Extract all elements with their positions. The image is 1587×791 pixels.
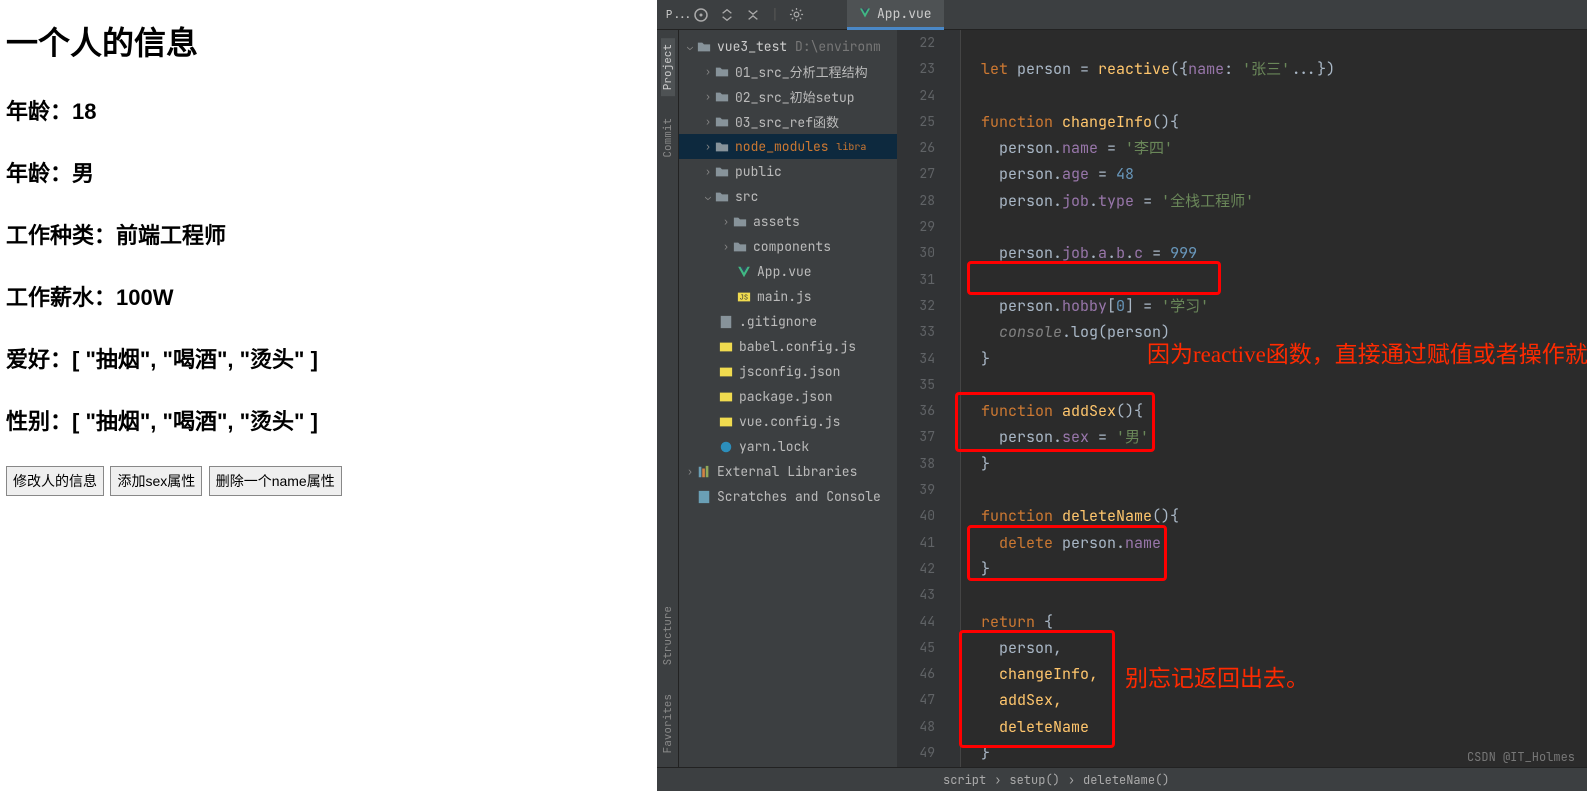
tree-item[interactable]: ›components bbox=[679, 234, 897, 259]
annotation-text-return: 别忘记返回出去。 bbox=[1125, 662, 1309, 697]
code-content[interactable]: let person = reactive({name: '张三'...}) f… bbox=[961, 30, 1587, 767]
ide-toolbar: P... | App.vue bbox=[657, 0, 1587, 30]
tab-label: App.vue bbox=[877, 5, 932, 22]
fold-column[interactable] bbox=[945, 30, 961, 767]
tree-item[interactable]: ›02_src_初始setup bbox=[679, 84, 897, 109]
delete-name-button[interactable]: 删除一个name属性 bbox=[209, 466, 342, 496]
svg-text:JS: JS bbox=[740, 293, 748, 302]
tree-main-js[interactable]: JSmain.js bbox=[679, 284, 897, 309]
browser-preview-pane: 一个人的信息 年龄：18 年龄：男 工作种类：前端工程师 工作薪水：100W 爱… bbox=[0, 0, 657, 791]
tree-item[interactable]: package.json bbox=[679, 384, 897, 409]
ide-side-tool-strip: Project Commit Structure Favorites bbox=[657, 30, 679, 767]
collapse-all-icon[interactable] bbox=[745, 7, 761, 23]
expand-all-icon[interactable] bbox=[719, 7, 735, 23]
tree-item[interactable]: jsconfig.json bbox=[679, 359, 897, 384]
page-title: 一个人的信息 bbox=[6, 18, 651, 64]
info-line-hobby: 爱好：[ "抽烟", "喝酒", "烫头" ] bbox=[6, 342, 651, 374]
info-line-sex: 年龄：男 bbox=[6, 156, 651, 188]
tree-external-libs[interactable]: ›External Libraries bbox=[679, 459, 897, 484]
tree-scratches[interactable]: Scratches and Console bbox=[679, 484, 897, 509]
tree-node-modules[interactable]: ›node_modules libra bbox=[679, 134, 897, 159]
gear-icon[interactable] bbox=[789, 7, 805, 23]
side-tool-structure[interactable]: Structure bbox=[661, 600, 675, 671]
add-sex-button[interactable]: 添加sex属性 bbox=[110, 466, 202, 496]
annotation-text-reactive: 因为reactive函数，直接通过赋值或者操作就可以触发响应式。 bbox=[1147, 338, 1457, 373]
info-line-job-type: 工作种类：前端工程师 bbox=[6, 218, 651, 250]
ide-pane: P... | App.vue Project Commit bbox=[657, 0, 1587, 791]
tree-item[interactable]: yarn.lock bbox=[679, 434, 897, 459]
change-info-button[interactable]: 修改人的信息 bbox=[6, 466, 104, 496]
breadcrumb-item[interactable]: deleteName() bbox=[1083, 772, 1169, 788]
side-tool-project[interactable]: Project bbox=[661, 38, 675, 96]
tab-app-vue[interactable]: App.vue bbox=[847, 0, 944, 30]
project-dropdown-button[interactable]: P... bbox=[667, 7, 683, 23]
tree-item[interactable]: ›assets bbox=[679, 209, 897, 234]
project-tree[interactable]: ⌄vue3_test D:\environm ›01_src_分析工程结构 ›0… bbox=[679, 30, 897, 767]
breadcrumb-bar[interactable]: script› setup()› deleteName() bbox=[657, 767, 1587, 791]
tree-item[interactable]: babel.config.js bbox=[679, 334, 897, 359]
info-line-sex-arr: 性别：[ "抽烟", "喝酒", "烫头" ] bbox=[6, 404, 651, 436]
info-line-age: 年龄：18 bbox=[6, 94, 651, 126]
editor-area[interactable]: 22 23 24 25 26 27 28 29 30 31 32 33 34 3… bbox=[897, 30, 1587, 767]
tree-item[interactable]: ›01_src_分析工程结构 bbox=[679, 59, 897, 84]
vue-icon bbox=[859, 7, 871, 19]
tree-src[interactable]: ⌄src bbox=[679, 184, 897, 209]
tree-item[interactable]: ›03_src_ref函数 bbox=[679, 109, 897, 134]
line-number-gutter: 22 23 24 25 26 27 28 29 30 31 32 33 34 3… bbox=[897, 30, 945, 767]
tree-item[interactable]: ›public bbox=[679, 159, 897, 184]
breadcrumb-item[interactable]: setup() bbox=[1009, 772, 1059, 788]
tree-root[interactable]: ⌄vue3_test D:\environm bbox=[679, 34, 897, 59]
side-tool-commit[interactable]: Commit bbox=[661, 112, 675, 164]
annotation-box-hobby bbox=[967, 261, 1221, 295]
tree-item[interactable]: vue.config.js bbox=[679, 409, 897, 434]
tree-app-vue[interactable]: App.vue bbox=[679, 259, 897, 284]
tree-item[interactable]: .gitignore bbox=[679, 309, 897, 334]
watermark: CSDN @IT_Holmes bbox=[1467, 749, 1575, 765]
target-icon[interactable] bbox=[693, 7, 709, 23]
side-tool-favorites[interactable]: Favorites bbox=[661, 688, 675, 759]
info-line-salary: 工作薪水：100W bbox=[6, 280, 651, 312]
breadcrumb-item[interactable]: script bbox=[943, 772, 986, 788]
